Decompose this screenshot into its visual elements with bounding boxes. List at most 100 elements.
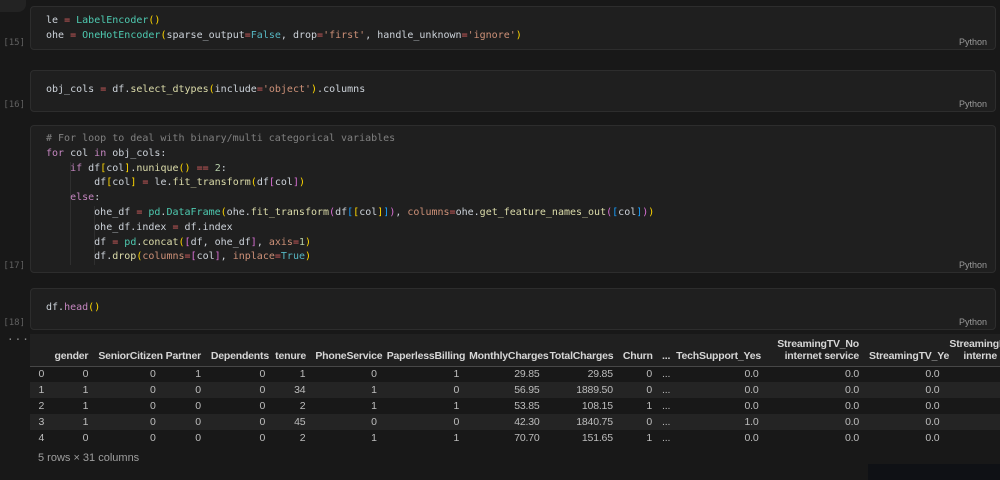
table-cell: ... xyxy=(662,382,676,398)
execution-count: [15] xyxy=(3,38,25,48)
table-cell: 1889.50 xyxy=(549,382,622,398)
table-cell: 45 xyxy=(275,414,315,430)
code-line: if df[col].nunique() == 2: xyxy=(46,162,935,177)
table-cell: 0 xyxy=(211,430,275,446)
language-label[interactable]: Python xyxy=(959,260,987,270)
table-cell: 0 xyxy=(623,366,662,382)
code-cell: le = LabelEncoder()ohe = OneHotEncoder(s… xyxy=(30,6,996,50)
table-cell: 1 xyxy=(275,366,315,382)
table-cell: 0 xyxy=(166,382,211,398)
table-cell: 3 xyxy=(30,414,54,430)
column-header: Churn xyxy=(623,334,662,366)
language-label[interactable]: Python xyxy=(959,37,987,47)
code-editor[interactable]: obj_cols = df.select_dtypes(include='obj… xyxy=(46,83,935,98)
table-cell: 1 xyxy=(30,382,54,398)
code-editor[interactable]: le = LabelEncoder()ohe = OneHotEncoder(s… xyxy=(46,14,935,44)
table-cell: 0.0 xyxy=(769,430,869,446)
table-cell: 0 xyxy=(98,382,165,398)
table-cell: 0.0 xyxy=(769,382,869,398)
table-cell: 0.0 xyxy=(676,430,768,446)
table-cell: 0 xyxy=(30,366,54,382)
code-line: le = LabelEncoder() xyxy=(46,14,935,29)
table-cell: 34 xyxy=(275,382,315,398)
table-cell: 2 xyxy=(275,430,315,446)
table-cell: 0.0 xyxy=(676,398,768,414)
table-cell: 1 xyxy=(315,382,386,398)
column-header: ... xyxy=(662,334,676,366)
code-line: df = pd.concat([df, ohe_df], axis=1) xyxy=(46,236,935,251)
table-cell: 1 xyxy=(54,414,98,430)
column-header: TotalCharges xyxy=(549,334,622,366)
table-cell: 1840.75 xyxy=(549,414,622,430)
table-row: 2100021153.85108.151...0.00.00.0 xyxy=(30,398,1000,414)
column-header: StreamingTV_Yes xyxy=(869,334,949,366)
column-header: MonthlyCharges xyxy=(469,334,549,366)
table-cell: 0 xyxy=(315,414,386,430)
table-row: 4000021170.70151.651...0.00.00.0 xyxy=(30,430,1000,446)
table-cell xyxy=(949,382,1000,398)
table-cell xyxy=(949,414,1000,430)
column-header: StreamingTV_Nointernet service xyxy=(769,334,869,366)
table-row: 31000450042.301840.750...1.00.00.0 xyxy=(30,414,1000,430)
table-cell: 0.0 xyxy=(769,398,869,414)
table-cell: ... xyxy=(662,414,676,430)
table-shape-summary: 5 rows × 31 columns xyxy=(38,452,139,464)
table-cell: 56.95 xyxy=(469,382,549,398)
execution-count: [16] xyxy=(3,100,25,110)
table-cell: ... xyxy=(662,398,676,414)
table-cell xyxy=(949,398,1000,414)
code-cell: obj_cols = df.select_dtypes(include='obj… xyxy=(30,70,996,112)
table-cell: 0 xyxy=(623,382,662,398)
table-cell: 0 xyxy=(166,430,211,446)
table-row: 0001010129.8529.850...0.00.00.0 xyxy=(30,366,1000,382)
execution-count: [18] xyxy=(3,318,25,328)
column-header: SeniorCitizen xyxy=(98,334,165,366)
code-editor[interactable]: # For loop to deal with binary/multi cat… xyxy=(46,132,935,265)
code-editor[interactable]: df.head() xyxy=(46,301,935,316)
code-line: df.drop(columns=[col], inplace=True) xyxy=(46,250,935,265)
language-label[interactable]: Python xyxy=(959,317,987,327)
dataframe-table: genderSeniorCitizenPartnerDependentstenu… xyxy=(30,334,1000,446)
column-header: Dependents xyxy=(211,334,275,366)
column-header: StreamingMinterne xyxy=(949,334,1000,366)
table-cell: 4 xyxy=(30,430,54,446)
table-cell: ... xyxy=(662,430,676,446)
output-expand-indicator[interactable]: ... xyxy=(7,330,30,343)
table-cell: 0 xyxy=(166,414,211,430)
table-cell: 0 xyxy=(211,414,275,430)
execution-count: [17] xyxy=(3,261,25,271)
code-line: df.head() xyxy=(46,301,935,316)
column-header: gender xyxy=(54,334,98,366)
table-cell: 0.0 xyxy=(869,398,949,414)
code-line: ohe = OneHotEncoder(sparse_output=False,… xyxy=(46,29,935,44)
code-line: for col in obj_cols: xyxy=(46,147,935,162)
table-cell: 1 xyxy=(315,430,386,446)
table-cell: 1 xyxy=(623,430,662,446)
table-cell: 0.0 xyxy=(769,414,869,430)
column-header: Partner xyxy=(166,334,211,366)
table-cell: 1 xyxy=(387,430,469,446)
code-line: df[col] = le.fit_transform(df[col]) xyxy=(46,176,935,191)
table-cell: 29.85 xyxy=(469,366,549,382)
table-cell: 0 xyxy=(98,430,165,446)
scrollbar-corner xyxy=(868,464,1000,480)
table-row: 11000341056.951889.500...0.00.00.0 xyxy=(30,382,1000,398)
table-cell: 1 xyxy=(623,398,662,414)
code-line: else: xyxy=(46,191,935,206)
table-cell: 2 xyxy=(275,398,315,414)
table-cell: 151.65 xyxy=(549,430,622,446)
dataframe-output[interactable]: genderSeniorCitizenPartnerDependentstenu… xyxy=(30,334,1000,452)
table-cell: 0 xyxy=(98,366,165,382)
table-cell: 0.0 xyxy=(869,366,949,382)
code-cell: df.head()[18]Python xyxy=(30,288,996,330)
code-line: obj_cols = df.select_dtypes(include='obj… xyxy=(46,83,935,98)
language-label[interactable]: Python xyxy=(959,99,987,109)
table-cell: 0 xyxy=(98,398,165,414)
column-header xyxy=(30,334,54,366)
column-header: PaperlessBilling xyxy=(387,334,469,366)
code-cell: # For loop to deal with binary/multi cat… xyxy=(30,125,996,273)
table-cell: 42.30 xyxy=(469,414,549,430)
table-cell: 108.15 xyxy=(549,398,622,414)
table-cell: 1 xyxy=(54,382,98,398)
table-cell: 53.85 xyxy=(469,398,549,414)
